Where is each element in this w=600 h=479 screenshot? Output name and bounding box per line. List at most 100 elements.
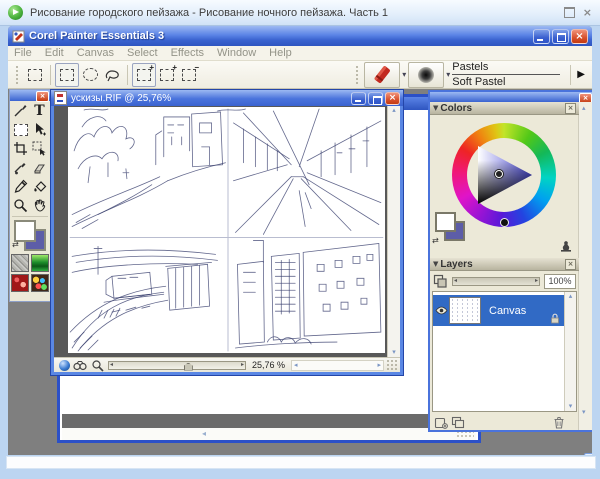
- document-minimize-button[interactable]: [351, 92, 366, 105]
- scroll-left-icon[interactable]: ◂: [202, 430, 206, 438]
- layer-lock-icon[interactable]: [550, 313, 560, 324]
- layer-visibility-eye-icon[interactable]: [433, 302, 449, 320]
- zoom-slider-right-icon[interactable]: ▸: [240, 362, 245, 368]
- menu-file[interactable]: File: [14, 47, 32, 59]
- slider-left-icon[interactable]: ◂: [454, 278, 457, 284]
- brush-variant-button[interactable]: ▾: [408, 62, 444, 88]
- eraser-tool[interactable]: [30, 158, 49, 177]
- background-document-hscrollbar[interactable]: ◂: [62, 428, 476, 440]
- collapse-icon[interactable]: ▼: [433, 261, 438, 268]
- scroll-right-icon[interactable]: ▸: [377, 362, 381, 369]
- slider-right-icon[interactable]: ▸: [535, 278, 538, 284]
- layer-opacity-slider[interactable]: ◂ ▸: [452, 277, 540, 286]
- menu-canvas[interactable]: Canvas: [77, 47, 114, 59]
- document-canvas[interactable]: [68, 107, 385, 353]
- outer-close-button[interactable]: ×: [583, 7, 592, 18]
- brush-tool[interactable]: [11, 101, 30, 120]
- duplicate-layer-icon[interactable]: [451, 416, 466, 429]
- grabber-hand-tool[interactable]: [30, 196, 49, 215]
- scroll-up-icon[interactable]: ▴: [569, 293, 573, 300]
- document-hscrollbar[interactable]: ◂ ▸: [291, 360, 384, 371]
- selection-rect-mode-button[interactable]: [55, 63, 79, 87]
- selection-ellipse-mode-button[interactable]: [79, 64, 101, 86]
- new-selection-button[interactable]: +: [132, 63, 156, 87]
- document-maximize-button[interactable]: [368, 92, 383, 105]
- crop-tool[interactable]: [11, 139, 30, 158]
- selection-adjuster-tool[interactable]: [30, 139, 49, 158]
- paint-bucket-tool[interactable]: [30, 177, 49, 196]
- rectangular-selection-tool[interactable]: [11, 120, 30, 139]
- zoom-slider-handle[interactable]: [184, 363, 193, 371]
- toolbox-titlebar[interactable]: ×: [10, 90, 50, 101]
- flyout-menu-icon[interactable]: ▶: [577, 70, 585, 80]
- menu-help[interactable]: Help: [269, 47, 292, 59]
- nozzle-selector[interactable]: [31, 274, 49, 292]
- palettes-titlebar[interactable]: ×: [430, 92, 592, 102]
- palettes-vscrollbar[interactable]: ▴ ▾: [578, 102, 592, 430]
- brush-category-label[interactable]: Pastels: [452, 61, 560, 75]
- toolbox-close-button[interactable]: ×: [36, 91, 49, 102]
- scroll-left-icon[interactable]: ◂: [294, 362, 298, 369]
- scroll-up-icon[interactable]: ▴: [582, 105, 586, 112]
- menu-effects[interactable]: Effects: [171, 47, 204, 59]
- workspace-scroll-down-button[interactable]: ▾: [584, 453, 592, 455]
- layers-panel-close-button[interactable]: ×: [565, 259, 576, 270]
- layer-composite-icon[interactable]: [433, 274, 448, 289]
- restore-button[interactable]: [552, 29, 569, 44]
- layers-panel-header[interactable]: ▼ Layers ×: [430, 258, 579, 271]
- menu-window[interactable]: Window: [217, 47, 256, 59]
- swap-colors-icon[interactable]: ⇄: [12, 241, 19, 249]
- toolbar-grip[interactable]: [15, 65, 20, 85]
- front-color-swatch[interactable]: [14, 220, 36, 242]
- layer-row-canvas[interactable]: Canvas: [433, 295, 564, 326]
- layers-list-vscrollbar[interactable]: ▴ ▾: [564, 292, 576, 411]
- outer-restore-button[interactable]: [564, 7, 575, 18]
- scroll-up-icon[interactable]: ▴: [392, 107, 396, 114]
- minimize-button[interactable]: [533, 29, 550, 44]
- magnifier-tool[interactable]: [11, 196, 30, 215]
- outer-window-titlebar[interactable]: Рисование городского пейзажа - Рисование…: [0, 0, 600, 26]
- close-button[interactable]: ×: [571, 29, 588, 44]
- binoculars-icon[interactable]: [73, 360, 87, 371]
- colors-front-swatch[interactable]: [435, 212, 456, 232]
- brush-variant-label[interactable]: Soft Pastel: [452, 76, 560, 88]
- sv-marker[interactable]: [495, 170, 503, 178]
- scroll-down-icon[interactable]: ▾: [392, 349, 396, 356]
- hue-marker[interactable]: [500, 218, 509, 227]
- navigator-sphere-icon[interactable]: [59, 360, 70, 371]
- document-vscrollbar[interactable]: ▴ ▾: [387, 106, 400, 357]
- new-layer-icon[interactable]: [434, 416, 448, 429]
- saturation-value-triangle[interactable]: [468, 139, 540, 211]
- brush-category-button[interactable]: ▾: [364, 62, 400, 88]
- menu-edit[interactable]: Edit: [45, 47, 64, 59]
- gradient-selector[interactable]: [31, 254, 49, 272]
- rect-selection-tool-button[interactable]: [24, 64, 46, 86]
- zoom-slider-left-icon[interactable]: ◂: [109, 362, 114, 368]
- text-tool[interactable]: T: [30, 101, 49, 120]
- zoom-slider[interactable]: ◂ ▸: [108, 361, 246, 370]
- painter-titlebar[interactable]: Corel Painter Essentials 3 ×: [8, 26, 592, 46]
- hue-ring[interactable]: [452, 123, 556, 227]
- add-to-selection-button[interactable]: +: [156, 64, 178, 86]
- scroll-down-icon[interactable]: ▾: [569, 403, 573, 410]
- scroll-down-icon[interactable]: ▾: [582, 409, 586, 416]
- brush-bar-grip[interactable]: [355, 65, 360, 85]
- collapse-icon[interactable]: ▼: [433, 105, 438, 112]
- document-titlebar[interactable]: ускизы.RIF @ 25,76% ×: [51, 90, 403, 106]
- layer-adjuster-tool[interactable]: [30, 120, 49, 139]
- clone-color-stamp-icon[interactable]: [559, 238, 573, 252]
- subtract-from-selection-button[interactable]: −: [178, 64, 200, 86]
- cloner-tool[interactable]: [11, 158, 30, 177]
- lasso-mode-button[interactable]: [101, 64, 123, 86]
- colors-panel-header[interactable]: ▼ Colors ×: [430, 102, 579, 115]
- swap-colors-icon[interactable]: ⇄: [432, 237, 439, 245]
- zoom-magnifier-icon[interactable]: [91, 359, 104, 372]
- pattern-selector[interactable]: [11, 274, 29, 292]
- trash-icon[interactable]: [553, 416, 565, 429]
- menu-select[interactable]: Select: [127, 47, 158, 59]
- window-resize-grip[interactable]: [386, 359, 398, 371]
- colors-panel-close-button[interactable]: ×: [565, 103, 576, 114]
- document-close-button[interactable]: ×: [385, 92, 400, 105]
- layer-opacity-value[interactable]: 100%: [544, 274, 576, 289]
- paper-selector[interactable]: [11, 254, 29, 272]
